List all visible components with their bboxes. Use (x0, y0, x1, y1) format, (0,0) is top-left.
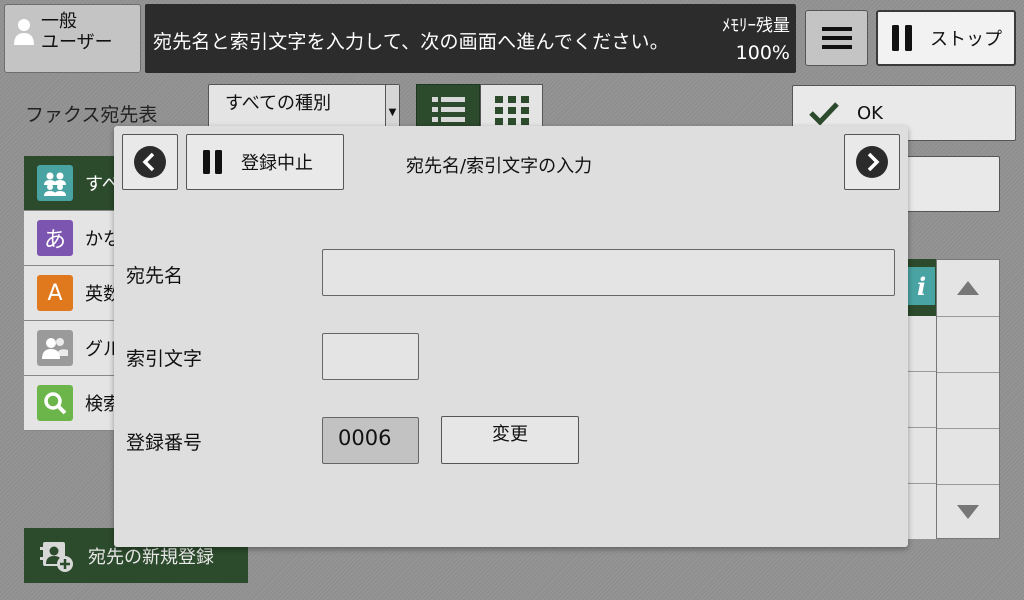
category-sidebar: すべて あ かな A 英数 グループ 検索 (24, 156, 116, 432)
scroll-track[interactable] (937, 373, 999, 429)
info-tab[interactable]: i (905, 259, 937, 316)
memory-label: ﾒﾓﾘｰ残量 (722, 16, 790, 36)
user-icon (14, 19, 34, 45)
scroll-track[interactable] (937, 429, 999, 485)
scroll-down-button[interactable] (937, 485, 999, 538)
triangle-up-icon (957, 281, 979, 295)
checkmark-icon (809, 102, 839, 125)
list-row[interactable] (906, 428, 937, 484)
alphabet-icon: A (37, 275, 73, 311)
type-filter-value: すべての種別 (225, 93, 332, 114)
pause-icon (892, 25, 912, 51)
hamburger-icon (821, 27, 852, 49)
memory-value: 100% (735, 42, 790, 64)
next-button[interactable] (844, 134, 900, 190)
index-character-input[interactable] (322, 333, 419, 380)
pause-icon (203, 150, 222, 174)
cancel-registration-label: 登録中止 (241, 153, 313, 174)
sidebar-item-label: かな (85, 229, 116, 250)
scroll-up-button[interactable] (937, 260, 999, 317)
ok-label: OK (857, 102, 883, 124)
hiragana-icon: あ (37, 220, 73, 256)
back-button[interactable] (122, 134, 178, 190)
sidebar-item-search[interactable]: 検索 (24, 376, 116, 431)
group-icon (37, 330, 73, 366)
info-icon: i (908, 267, 935, 305)
triangle-down-icon (957, 504, 979, 519)
message-bar: 宛先名と索引文字を入力して、次の画面へ進んでください。 ﾒﾓﾘｰ残量 100% (145, 4, 796, 73)
destination-name-label: 宛先名 (126, 265, 184, 287)
change-button[interactable]: 変更 (441, 416, 579, 464)
all-contacts-icon (37, 165, 73, 201)
user-button[interactable]: 一般 ユーザー (4, 4, 141, 73)
menu-button[interactable] (805, 10, 868, 66)
search-icon (37, 385, 73, 421)
chevron-right-icon (856, 146, 888, 178)
stop-label: ストップ (930, 29, 1002, 50)
chevron-left-icon (134, 146, 166, 178)
sidebar-item-group[interactable]: グループ (24, 321, 116, 376)
sidebar-item-label: すべて (85, 174, 116, 195)
background-button[interactable] (905, 156, 1000, 212)
user-label: 一般 ユーザー (41, 11, 113, 53)
sidebar-item-label: グループ (85, 339, 116, 360)
sidebar-item-label: 検索 (85, 394, 116, 415)
sidebar-item-kana[interactable]: あ かな (24, 211, 116, 266)
dialog-title: 宛先名/索引文字の入力 (406, 156, 593, 177)
fax-address-book-title: ファクス宛先表 (25, 104, 158, 126)
sidebar-item-all[interactable]: すべて (24, 156, 116, 211)
sidebar-item-alphanumeric[interactable]: A 英数 (24, 266, 116, 321)
address-list-rows (905, 316, 937, 539)
scroll-track[interactable] (937, 317, 999, 373)
destination-name-input[interactable] (322, 249, 895, 296)
registration-number-label: 登録番号 (126, 432, 203, 454)
list-row[interactable] (906, 372, 937, 428)
list-row[interactable] (906, 316, 937, 372)
index-character-label: 索引文字 (126, 348, 203, 370)
add-contact-icon (40, 541, 73, 572)
sidebar-item-label: 英数 (85, 284, 116, 305)
cancel-registration-button[interactable]: 登録中止 (186, 134, 344, 190)
instruction-message: 宛先名と索引文字を入力して、次の画面へ進んでください。 (153, 31, 669, 53)
stop-button[interactable]: ストップ (876, 10, 1016, 66)
registration-number-value: 0006 (322, 417, 419, 464)
scroll-column (936, 259, 1000, 539)
destination-name-dialog: 登録中止 宛先名/索引文字の入力 宛先名 索引文字 登録番号 0006 変更 (114, 126, 908, 547)
